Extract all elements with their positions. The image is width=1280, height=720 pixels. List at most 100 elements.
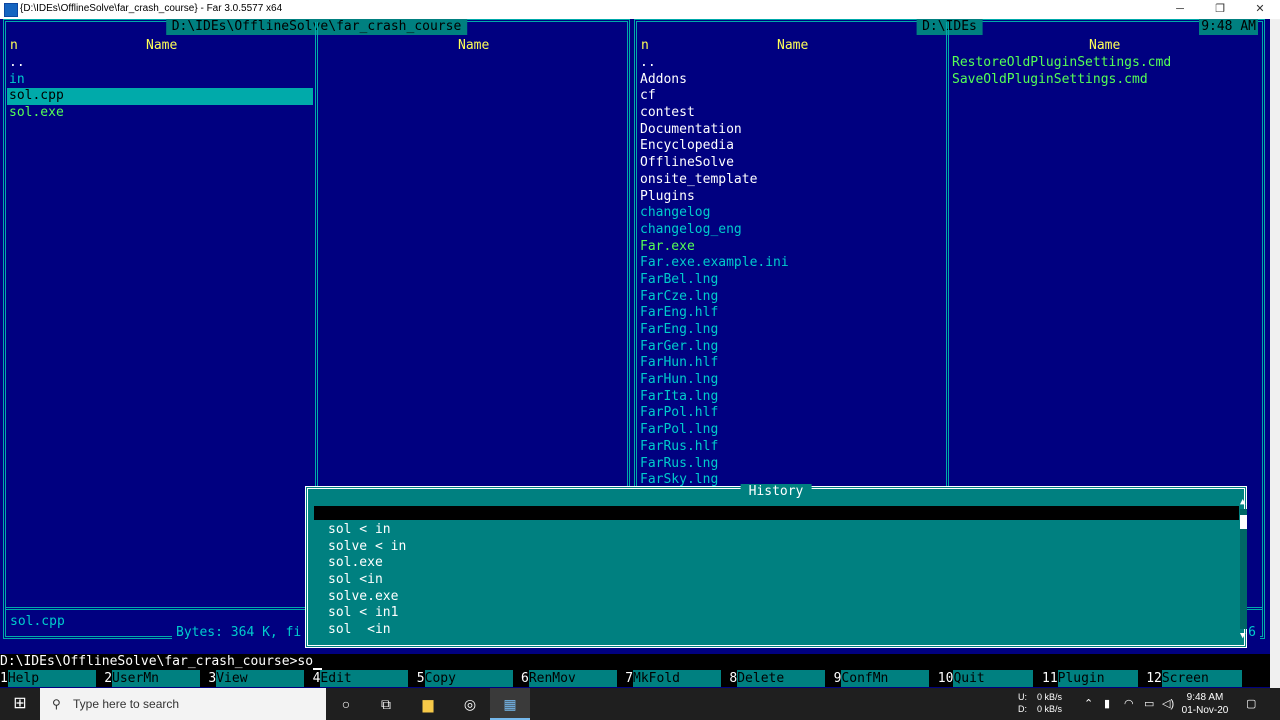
file-list-item[interactable]: RestoreOldPluginSettings.cmd <box>950 55 1256 72</box>
file-list-item[interactable]: FarHun.lng <box>638 372 944 389</box>
fkey-label: Plugin <box>1057 670 1138 687</box>
file-list-item[interactable]: Plugins <box>638 189 944 206</box>
left-col1-header[interactable]: Name <box>146 37 177 54</box>
file-list-item[interactable]: FarEng.hlf <box>638 305 944 322</box>
left-status-filename: sol.cpp <box>10 614 65 629</box>
fkey-usermn[interactable]: 2UserMn <box>104 670 201 687</box>
volume-icon[interactable]: ◁) <box>1162 688 1174 720</box>
download-speed: 0 kB/s <box>1037 704 1063 714</box>
fkey-label: Delete <box>737 670 826 687</box>
fkey-label: View <box>216 670 305 687</box>
scroll-down-arrow-icon[interactable]: ▼ <box>1240 631 1245 641</box>
fkey-mkfold[interactable]: 7MkFold <box>625 670 722 687</box>
far-manager-taskbar-icon[interactable]: ▦ <box>490 688 530 720</box>
file-list-item[interactable]: sol.exe <box>7 105 313 122</box>
task-view-icon[interactable]: ⧉ <box>366 688 406 720</box>
fkey-number: 11 <box>1042 671 1058 686</box>
history-title: History <box>740 484 812 499</box>
file-list-item[interactable]: Documentation <box>638 122 944 139</box>
left-col2-header[interactable]: Name <box>458 37 489 54</box>
wifi-icon[interactable]: ◠ <box>1124 688 1134 720</box>
file-explorer-icon[interactable]: ▆ <box>408 688 448 720</box>
left-col1-sort-indicator: n <box>10 38 18 53</box>
file-list-item[interactable]: FarGer.lng <box>638 339 944 356</box>
right-col1-header[interactable]: Name <box>777 37 808 54</box>
usb-device-icon[interactable]: ▮ <box>1104 688 1110 720</box>
history-item[interactable]: sol < in1 <box>328 605 406 622</box>
fkey-number: 4 <box>312 671 321 686</box>
file-list-item[interactable]: changelog_eng <box>638 222 944 239</box>
right-col2-header[interactable]: Name <box>1089 37 1120 54</box>
file-list-item[interactable]: Addons <box>638 72 944 89</box>
file-list-item[interactable]: OfflineSolve <box>638 155 944 172</box>
file-list-item[interactable]: contest <box>638 105 944 122</box>
history-scroll-thumb[interactable] <box>1240 515 1247 529</box>
file-list-item[interactable]: Encyclopedia <box>638 138 944 155</box>
history-item[interactable]: sol <in <box>328 572 406 589</box>
history-item[interactable]: solve < in <box>328 539 406 556</box>
restore-button[interactable]: ❐ <box>1200 0 1240 19</box>
history-dialog[interactable]: History sol < in solve < in sol.exe sol <in… <box>305 484 1247 648</box>
fkey-edit[interactable]: 4Edit <box>313 670 409 687</box>
taskbar-date: 01-Nov-20 <box>1181 705 1229 716</box>
command-line[interactable]: D:\IDEs\OfflineSolve\far_crash_course>so <box>0 654 1270 670</box>
file-list-item[interactable]: FarPol.hlf <box>638 405 944 422</box>
windows-start-icon[interactable]: ⊞ <box>0 688 40 720</box>
command-prompt: D:\IDEs\OfflineSolve\far_crash_course> <box>0 654 298 669</box>
minimize-button[interactable]: ─ <box>1160 0 1200 19</box>
scroll-up-arrow-icon[interactable]: ▲ <box>1240 497 1245 507</box>
taskbar-search-box[interactable]: ⚲ Type here to search <box>40 688 326 720</box>
network-speed-meter: U: 0 kB/s D: 0 kB/s <box>1018 691 1062 715</box>
fkey-number: 5 <box>416 671 425 686</box>
file-list-item[interactable]: in <box>7 72 313 89</box>
fkey-screen[interactable]: 12Screen <box>1146 670 1242 687</box>
fkey-plugin[interactable]: 11Plugin <box>1042 670 1138 687</box>
file-list-item[interactable]: sol.cpp <box>7 88 313 106</box>
fkey-quit[interactable]: 10Quit <box>938 670 1034 687</box>
fkey-confmn[interactable]: 9ConfMn <box>834 670 930 687</box>
file-list-item[interactable]: FarBel.lng <box>638 272 944 289</box>
file-list-item[interactable]: FarRus.lng <box>638 456 944 473</box>
chrome-app-icon[interactable]: ◎ <box>450 688 490 720</box>
file-list-item[interactable]: Far.exe <box>638 239 944 256</box>
cortana-icon[interactable]: ○ <box>326 688 366 720</box>
fkey-delete[interactable]: 8Delete <box>729 670 826 687</box>
fkey-copy[interactable]: 5Copy <box>417 670 513 687</box>
file-list-item[interactable]: onsite_template <box>638 172 944 189</box>
file-list-item[interactable]: FarHun.hlf <box>638 355 944 372</box>
file-list-item[interactable]: FarIta.lng <box>638 389 944 406</box>
history-item[interactable]: solve.exe <box>328 589 406 606</box>
right-file-list-col2: RestoreOldPluginSettings.cmd SaveOldPlugi… <box>950 55 1256 88</box>
file-list-item[interactable]: FarRus.hlf <box>638 439 944 456</box>
history-scrollbar[interactable]: ▲ ▼ <box>1240 497 1247 641</box>
fkey-number: 3 <box>208 671 217 686</box>
file-list-item[interactable]: FarEng.lng <box>638 322 944 339</box>
file-list-item[interactable]: FarCze.lng <box>638 289 944 306</box>
show-hidden-icons-chevron-icon[interactable]: ⌃ <box>1084 688 1093 720</box>
file-list-item[interactable]: SaveOldPluginSettings.cmd <box>950 72 1256 89</box>
file-list-item[interactable]: FarPol.lng <box>638 422 944 439</box>
fkey-help[interactable]: 1Help <box>0 670 96 687</box>
fkey-renmov[interactable]: 6RenMov <box>521 670 617 687</box>
fkey-number: 6 <box>521 671 529 686</box>
console-scrollbar[interactable] <box>1270 19 1280 688</box>
file-list-item[interactable]: .. <box>7 55 313 72</box>
battery-icon[interactable]: ▭ <box>1144 688 1154 720</box>
file-list-item[interactable]: cf <box>638 88 944 105</box>
file-list-item[interactable]: Far.exe.example.ini <box>638 255 944 272</box>
taskbar-clock[interactable]: 9:48 AM 01-Nov-20 <box>1180 691 1230 717</box>
right-panel-path: D:\IDEs <box>916 19 983 35</box>
command-input[interactable]: so <box>297 654 313 669</box>
windows-taskbar: ⊞ ⚲ Type here to search ○ ⧉ ▆ ◎ ▦ U: 0 k… <box>0 688 1280 720</box>
history-item[interactable]: sol <in <box>328 622 406 639</box>
notifications-icon[interactable]: ▢ <box>1246 688 1256 720</box>
fkey-label: RenMov <box>528 670 617 687</box>
fkey-view[interactable]: 3View <box>208 670 305 687</box>
file-list-item[interactable]: .. <box>638 55 944 72</box>
fkey-number: 8 <box>729 671 738 686</box>
history-selected-row[interactable] <box>314 506 1239 520</box>
history-item[interactable]: sol.exe <box>328 555 406 572</box>
history-item[interactable]: sol < in <box>328 522 406 539</box>
file-list-item[interactable]: changelog <box>638 205 944 222</box>
close-button[interactable]: ✕ <box>1240 0 1280 19</box>
